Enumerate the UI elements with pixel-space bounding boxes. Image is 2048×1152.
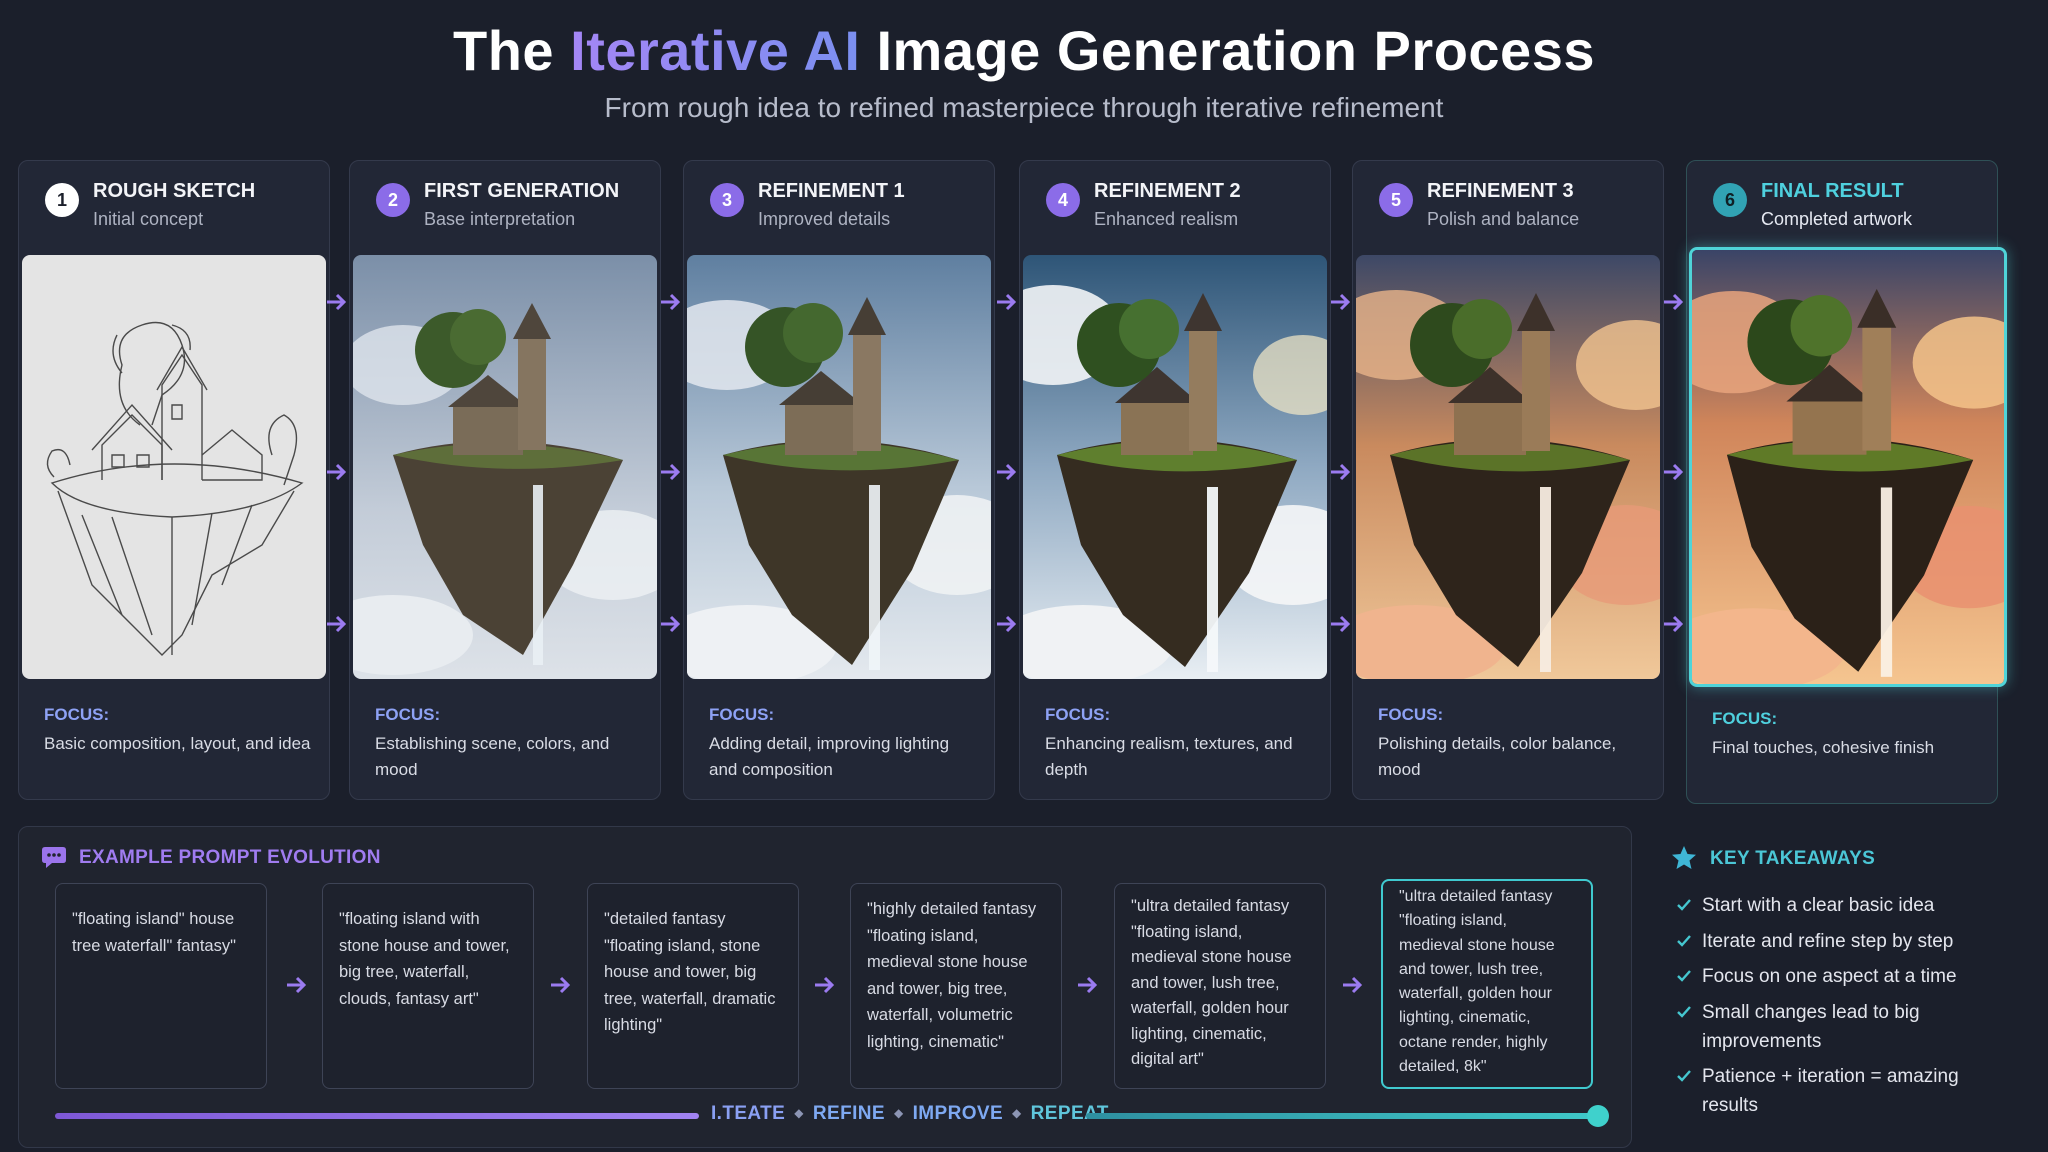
- right-arrow-icon: [995, 292, 1019, 312]
- improve-word: IMPROVE: [912, 1103, 1004, 1124]
- generated-image: [1023, 255, 1327, 679]
- star-icon: [1670, 844, 1698, 872]
- check-icon: [1677, 970, 1691, 982]
- right-arrow-icon: [1329, 614, 1353, 634]
- prompt-box-5: "ultra detailed fantasy "floating island…: [1114, 883, 1326, 1089]
- iterate-line-right: [1086, 1113, 1597, 1119]
- focus-label: FOCUS:: [1045, 705, 1111, 724]
- stage-subtitle: Completed artwork: [1761, 209, 1913, 229]
- right-arrow-icon: [1076, 975, 1100, 995]
- prompt-box-3: "detailed fantasy "floating island, ston…: [587, 883, 799, 1089]
- title-accent: Iterative AI: [570, 19, 861, 82]
- separator-dot: ◆: [794, 1106, 804, 1120]
- stage-card-2: 2 FIRST GENERATION Base interpretation F…: [349, 160, 661, 800]
- check-icon: [1677, 899, 1691, 911]
- focus-text: Enhancing realism, textures, and depth: [1045, 734, 1293, 779]
- title-part-2: Image Generation Process: [876, 19, 1595, 82]
- stage-subtitle: Polish and balance: [1427, 209, 1580, 229]
- stage-number-badge: 1: [45, 183, 79, 217]
- stage-title: ROUGH SKETCH: [93, 180, 256, 202]
- prompt-evolution-panel: EXAMPLE PROMPT EVOLUTION "floating islan…: [18, 826, 1632, 1148]
- sketch-image: [22, 255, 326, 679]
- takeaway-text: Iterate and refine step by step: [1702, 931, 1954, 952]
- right-arrow-icon: [995, 462, 1019, 482]
- stage-subtitle: Initial concept: [93, 209, 204, 229]
- takeaway-text: Small changes lead to big improvements: [1702, 1002, 1920, 1052]
- stage-number-badge: 5: [1379, 183, 1413, 217]
- focus-text: Establishing scene, colors, and mood: [375, 734, 610, 779]
- separator-dot: ◆: [893, 1106, 904, 1120]
- separator-dot: ◆: [1012, 1106, 1022, 1120]
- iterate-word: I.TEATE: [711, 1103, 786, 1124]
- right-arrow-icon: [1329, 292, 1353, 312]
- focus-text: Adding detail, improving lighting and co…: [709, 734, 950, 779]
- right-arrow-icon: [325, 462, 349, 482]
- takeaway-text: Patience + iteration = amazing results: [1702, 1066, 1959, 1116]
- stage-card-1: 1 ROUGH SKETCH Initial concept FOCUS: Ba…: [18, 160, 330, 800]
- stage-number-badge: 2: [376, 183, 410, 217]
- page-subtitle: From rough idea to refined masterpiece t…: [604, 92, 1444, 123]
- focus-label: FOCUS:: [375, 705, 441, 724]
- stage-title: FIRST GENERATION: [424, 180, 620, 202]
- right-arrow-icon: [813, 975, 837, 995]
- right-arrow-icon: [1662, 614, 1686, 634]
- takeaway-text: Start with a clear basic idea: [1702, 895, 1935, 916]
- stage-title: REFINEMENT 3: [1427, 180, 1574, 202]
- right-arrow-icon: [1329, 462, 1353, 482]
- right-arrow-icon: [1662, 462, 1686, 482]
- right-arrow-icon: [1662, 292, 1686, 312]
- stage-subtitle: Improved details: [758, 209, 891, 229]
- right-arrow-icon: [325, 614, 349, 634]
- stage-title: REFINEMENT 2: [1094, 180, 1241, 202]
- prompt-box-1: "floating island" house tree waterfall" …: [55, 883, 267, 1089]
- focus-label: FOCUS:: [1712, 709, 1778, 728]
- stage-card-5: 5 REFINEMENT 3 Polish and balance FOCUS:…: [1352, 160, 1664, 800]
- stage-subtitle: Base interpretation: [424, 209, 576, 229]
- title-part-1: The: [453, 19, 555, 82]
- stage-title: FINAL RESULT: [1761, 180, 1904, 202]
- stage-card-3: 3 REFINEMENT 1 Improved details FOCUS: A…: [683, 160, 995, 800]
- focus-text: Polishing details, color balance, mood: [1378, 734, 1617, 779]
- focus-text: Final touches, cohesive finish: [1712, 738, 1935, 757]
- focus-label: FOCUS:: [1378, 705, 1444, 724]
- key-takeaways-title: KEY TAKEAWAYS: [1710, 848, 1876, 869]
- chat-bubble-icon: [41, 845, 67, 869]
- generated-image: [687, 255, 991, 679]
- focus-label: FOCUS:: [709, 705, 775, 724]
- prompt-box-6: "ultra detailed fantasy "floating island…: [1381, 879, 1593, 1089]
- generated-image: [353, 255, 657, 679]
- iterate-line-left: [55, 1113, 699, 1119]
- prompt-box-2: "floating island with stone house and to…: [322, 883, 534, 1089]
- iterate-cycle-label: I.TEATE ◆ REFINE ◆ IMPROVE ◆ REPEAT: [711, 1103, 1109, 1129]
- focus-text: Basic composition, layout, and idea: [44, 734, 311, 753]
- check-icon: [1677, 1006, 1691, 1018]
- stage-card-4: 4 REFINEMENT 2 Enhanced realism FOCUS: E…: [1019, 160, 1331, 800]
- generated-image: [1356, 255, 1660, 679]
- refine-word: REFINE: [812, 1103, 885, 1124]
- prompt-box-4: "highly detailed fantasy "floating islan…: [850, 883, 1062, 1089]
- right-arrow-icon: [325, 292, 349, 312]
- stage-subtitle: Enhanced realism: [1094, 209, 1239, 229]
- stage-number-badge: 3: [710, 183, 744, 217]
- stage-card-6: 6 FINAL RESULT Completed artwork FOCUS: …: [1686, 160, 2007, 804]
- final-image: [1689, 247, 2007, 687]
- focus-label: FOCUS:: [44, 705, 110, 724]
- stage-number-badge: 4: [1046, 183, 1080, 217]
- right-arrow-icon: [659, 462, 683, 482]
- right-arrow-icon: [659, 292, 683, 312]
- right-arrow-icon: [995, 614, 1019, 634]
- check-icon: [1677, 1070, 1691, 1082]
- prompt-evolution-title: EXAMPLE PROMPT EVOLUTION: [79, 847, 381, 868]
- stage-title: REFINEMENT 1: [758, 180, 905, 202]
- iterate-line-endpoint: [1587, 1105, 1609, 1127]
- right-arrow-icon: [1341, 975, 1365, 995]
- right-arrow-icon: [549, 975, 573, 995]
- page-title: The Iterative AI Image Generation Proces…: [0, 18, 2048, 83]
- check-icon: [1677, 935, 1691, 947]
- right-arrow-icon: [285, 975, 309, 995]
- stage-number-badge: 6: [1713, 183, 1747, 217]
- takeaway-text: Focus on one aspect at a time: [1702, 966, 1957, 987]
- right-arrow-icon: [659, 614, 683, 634]
